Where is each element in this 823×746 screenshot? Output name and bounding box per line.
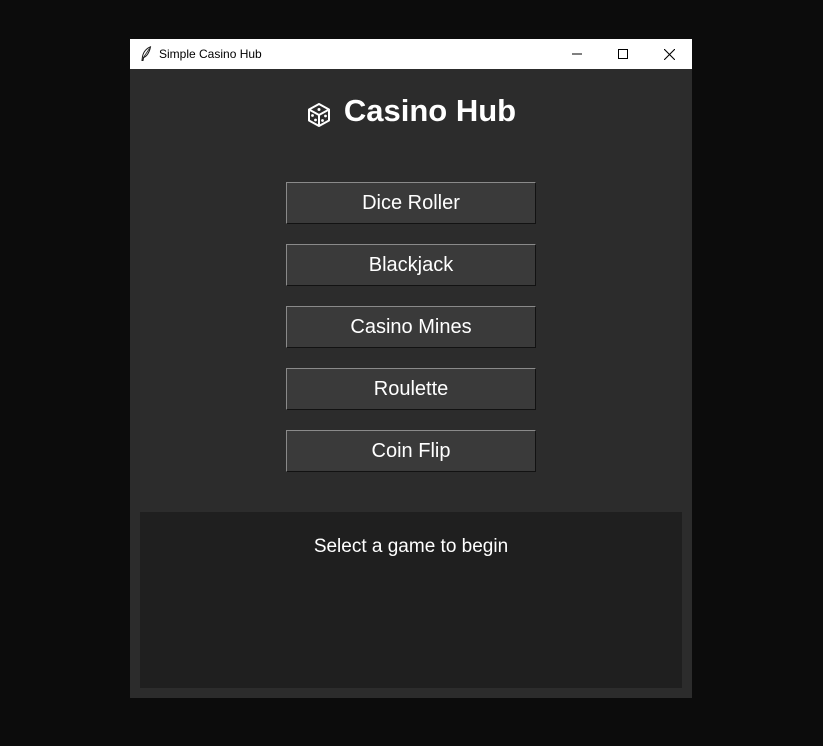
blackjack-button[interactable]: Blackjack [286, 244, 536, 286]
maximize-icon [618, 49, 628, 59]
app-window: Simple Casino Hub Casino Hub Dice Roller… [130, 39, 692, 698]
dice-icon [307, 103, 330, 127]
minimize-icon [572, 53, 582, 55]
status-message: Select a game to begin [313, 536, 509, 557]
title-bar[interactable]: Simple Casino Hub [130, 39, 692, 69]
close-button[interactable] [646, 39, 692, 69]
close-icon [663, 48, 675, 60]
status-panel: Select a game to begin [140, 512, 682, 688]
maximize-button[interactable] [600, 39, 646, 69]
page-header: Casino Hub [130, 91, 692, 131]
minimize-button[interactable] [554, 39, 600, 69]
coin-flip-button[interactable]: Coin Flip [286, 430, 536, 472]
feather-icon [141, 46, 152, 61]
casino-mines-button[interactable]: Casino Mines [286, 306, 536, 348]
dice-roller-button[interactable]: Dice Roller [286, 182, 536, 224]
main-content: Casino Hub Dice Roller Blackjack Casino … [130, 69, 692, 698]
roulette-button[interactable]: Roulette [286, 368, 536, 410]
window-title: Simple Casino Hub [159, 47, 262, 61]
page-title: Casino Hub [343, 93, 517, 128]
